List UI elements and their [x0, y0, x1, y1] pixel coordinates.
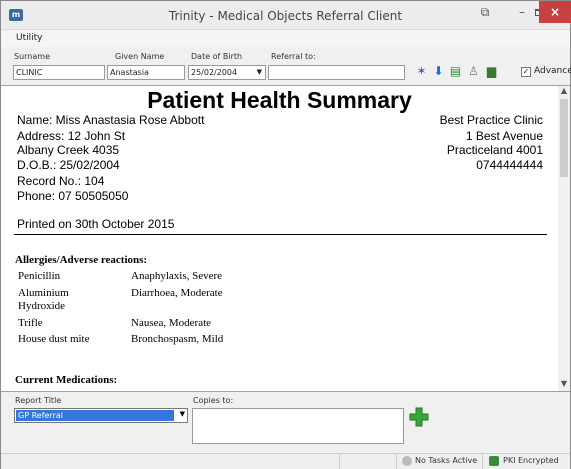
- scroll-thumb[interactable]: [560, 99, 568, 177]
- plus-icon: [409, 407, 429, 427]
- copies-label: Copies to:: [193, 396, 234, 405]
- report-panel: Report Title GP Referral ▼ Copies to:: [1, 393, 570, 453]
- wand-icon[interactable]: ✶: [414, 64, 429, 79]
- status-cell-pki: PKI Encrypted: [482, 454, 570, 469]
- divider: [14, 234, 547, 235]
- scroll-down-icon[interactable]: ▼: [558, 379, 570, 391]
- document-viewer[interactable]: Patient Health Summary Name: Miss Anasta…: [1, 85, 558, 392]
- surname-value: CLINIC: [16, 68, 43, 77]
- document-title: Patient Health Summary: [147, 87, 412, 113]
- allergy-item: Penicillin: [18, 270, 61, 282]
- allergy-item: Trifle: [18, 317, 43, 329]
- dob-label: Date of Birth: [191, 52, 243, 61]
- patient-search-row: Surname CLINIC Given Name Anastasia Date…: [1, 49, 571, 83]
- given-name-label: Given Name: [115, 52, 165, 61]
- status-bar: No Tasks Active PKI Encrypted: [1, 453, 570, 469]
- allergy-item: Aluminium: [18, 287, 69, 299]
- dob-dropdown-icon[interactable]: ▼: [257, 66, 262, 79]
- app-window: m Trinity - Medical Objects Referral Cli…: [0, 0, 571, 469]
- status-cell-empty: [339, 454, 396, 469]
- given-name-input[interactable]: Anastasia: [107, 65, 185, 80]
- printed-date: Printed on 30th October 2015: [17, 217, 175, 231]
- allergy-reaction: Nausea, Moderate: [131, 317, 212, 329]
- pki-status: PKI Encrypted: [503, 456, 559, 465]
- surname-label: Surname: [14, 52, 50, 61]
- patient-dob: D.O.B.: 25/02/2004: [17, 158, 120, 172]
- document-go-icon[interactable]: ▤: [448, 64, 463, 79]
- patient-name: Name: Miss Anastasia Rose Abbott: [17, 113, 205, 127]
- referral-input[interactable]: [268, 65, 405, 80]
- close-button[interactable]: ×: [539, 1, 571, 23]
- allergies-heading: Allergies/Adverse reactions:: [15, 254, 148, 266]
- dob-input[interactable]: 25/02/2004 ▼: [188, 65, 266, 80]
- advanced-label: Advanced: [534, 66, 571, 76]
- referral-label: Referral to:: [271, 52, 316, 61]
- report-title-select[interactable]: GP Referral ▼: [14, 408, 188, 423]
- given-name-value: Anastasia: [110, 68, 149, 77]
- copies-to-input[interactable]: [192, 408, 404, 444]
- surname-input[interactable]: CLINIC: [13, 65, 105, 80]
- key-icon: [489, 456, 499, 466]
- clinic-name: Best Practice Clinic: [439, 113, 543, 127]
- patient-record: Record No.: 104: [17, 174, 105, 188]
- report-dropdown-icon[interactable]: ▼: [180, 410, 185, 418]
- report-title-value: GP Referral: [16, 410, 174, 421]
- tasks-icon: [402, 456, 412, 466]
- scroll-up-icon[interactable]: ▲: [558, 86, 570, 98]
- document-scrollbar[interactable]: ▲ ▼: [558, 85, 570, 392]
- chart-icon[interactable]: ▆: [484, 64, 499, 79]
- menu-bar: Utility: [1, 30, 570, 47]
- dob-value: 25/02/2004: [191, 68, 238, 77]
- clinic-phone: 0744444444: [476, 158, 543, 172]
- patient-phone: Phone: 07 50505050: [17, 189, 129, 203]
- clinic-suburb: Practiceland 4001: [446, 143, 543, 157]
- download-arrow-icon[interactable]: ⬇: [431, 64, 446, 79]
- advanced-checkbox[interactable]: ✓: [521, 67, 531, 77]
- menu-utility[interactable]: Utility: [16, 33, 42, 43]
- users-icon[interactable]: ♙: [466, 64, 481, 79]
- status-cell-tasks: No Tasks Active: [396, 454, 481, 469]
- toolbar-icons: ✶ ⬇ ▤ ♙ ▆: [414, 64, 514, 80]
- medications-heading: Current Medications:: [15, 374, 118, 386]
- clinic-address: 1 Best Avenue: [465, 129, 543, 143]
- allergy-item-continued: Hydroxide: [18, 300, 66, 312]
- add-recipient-button[interactable]: [409, 407, 429, 427]
- patient-address: Address: 12 John St: [17, 129, 126, 143]
- report-title-label: Report Title: [15, 396, 62, 405]
- allergy-item: House dust mite: [18, 333, 90, 345]
- window-extra-icon[interactable]: ⧉: [471, 1, 499, 23]
- allergy-reaction: Bronchospasm, Mild: [131, 333, 224, 345]
- title-bar[interactable]: m Trinity - Medical Objects Referral Cli…: [1, 1, 571, 30]
- patient-suburb: Albany Creek 4035: [17, 143, 120, 157]
- allergy-reaction: Diarrhoea, Moderate: [131, 287, 223, 299]
- tasks-status: No Tasks Active: [415, 456, 478, 465]
- allergy-reaction: Anaphylaxis, Severe: [131, 270, 223, 282]
